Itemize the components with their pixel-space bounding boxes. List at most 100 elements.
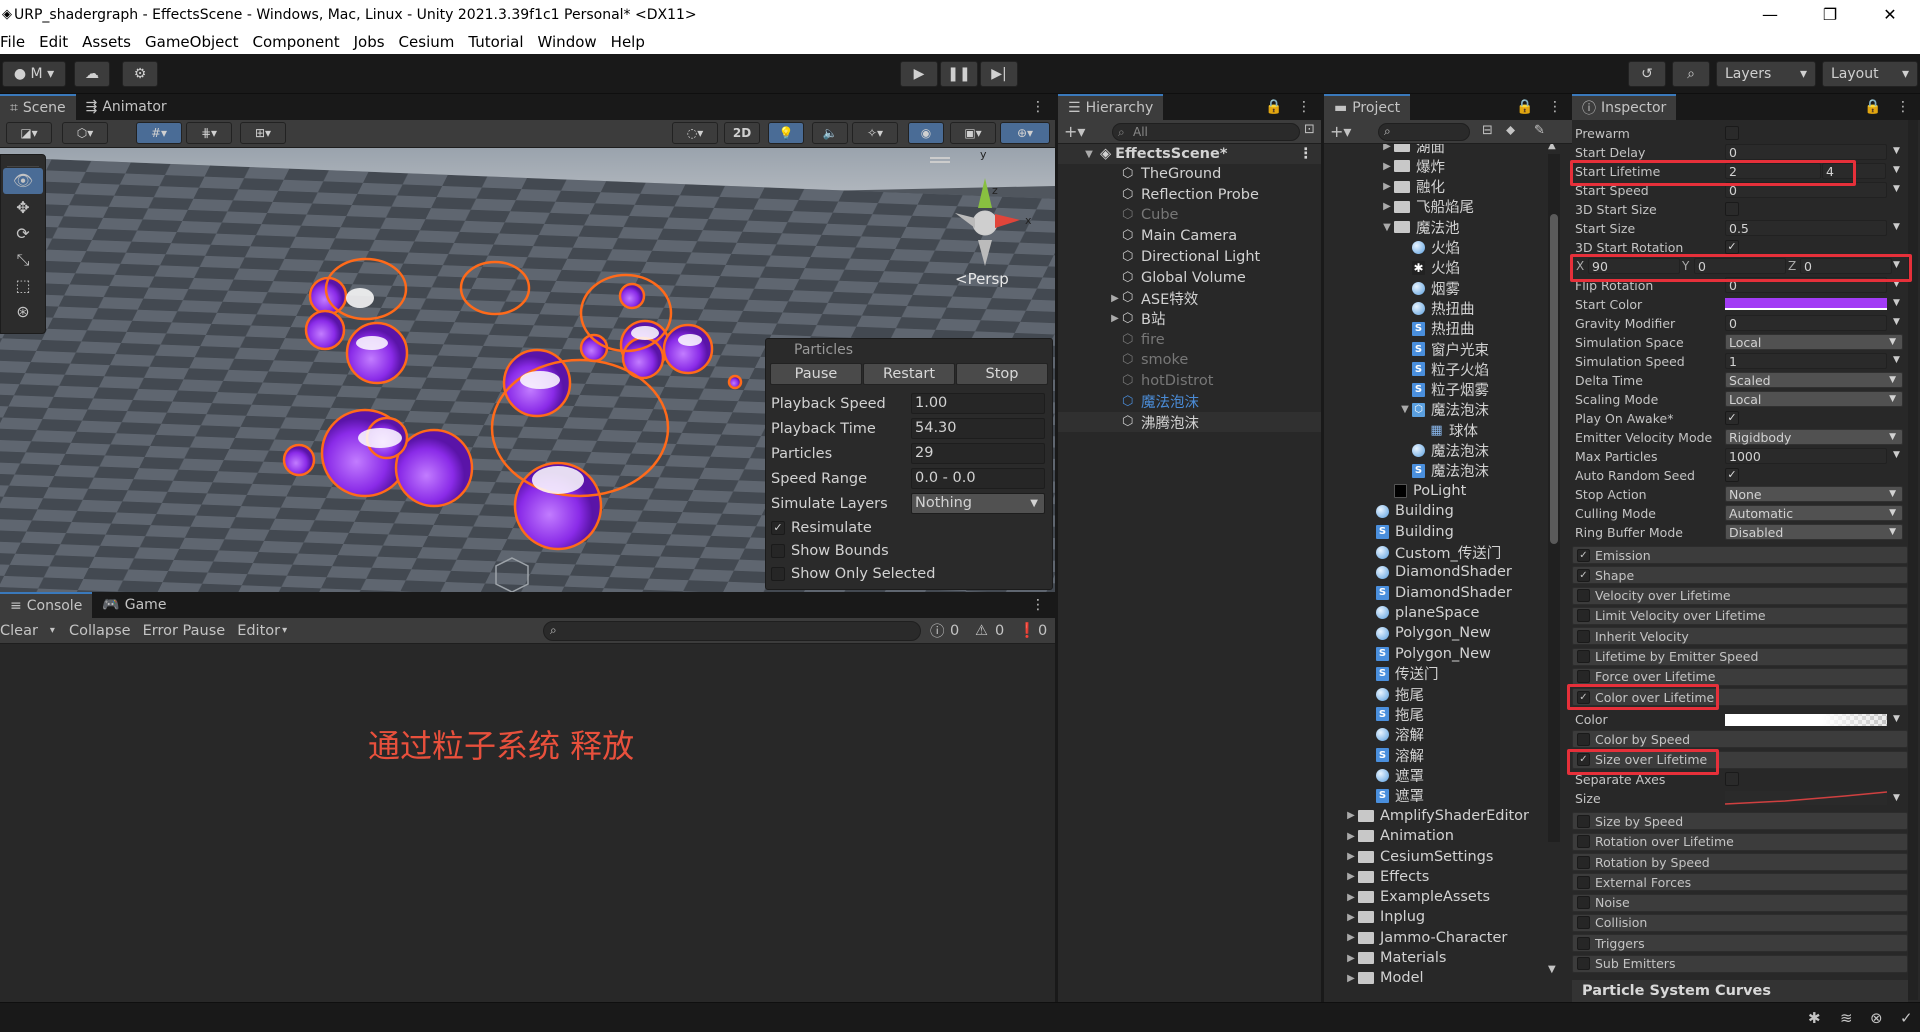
hierarchy-item[interactable]: ⬡ smoke [1058, 350, 1321, 370]
module-checkbox[interactable] [1577, 875, 1590, 889]
scene-viewport[interactable]: y x z <Persp 👁 ✥ ⟳ ⤡ ⬚ ⊛ Particles Pause… [0, 148, 1055, 592]
chevron-right-icon[interactable]: ▶ [1344, 851, 1358, 862]
project-item[interactable]: 烟雾 [1398, 278, 1460, 298]
tab-inspector[interactable]: ⓘ Inspector [1572, 94, 1677, 120]
toggle-2d-button[interactable]: 2D [724, 122, 760, 144]
hierarchy-search-input[interactable]: ⌕ All [1112, 123, 1300, 141]
scroll-down-icon[interactable]: ▼ [1548, 964, 1556, 975]
menu-item-4[interactable]: Component [253, 33, 348, 51]
view-tool-icon[interactable]: 👁 [3, 168, 43, 194]
module-checkbox[interactable]: ✓ [1577, 548, 1590, 562]
project-item[interactable]: S 粒子火焰 [1398, 359, 1489, 379]
console-search-input[interactable]: ⌕ [543, 621, 921, 641]
module-checkbox[interactable] [1577, 916, 1590, 930]
particles-check-row[interactable]: ✓ Resimulate [766, 516, 1052, 539]
network-icon[interactable]: ⊗ [1870, 1009, 1883, 1027]
hierarchy-item[interactable]: ▶ ⬡ B站 [1058, 309, 1321, 329]
project-item[interactable]: S 粒子烟雾 [1398, 380, 1489, 400]
particles-check-row[interactable]: Show Bounds [766, 539, 1052, 562]
project-item[interactable]: planeSpace [1362, 603, 1479, 623]
collab-button[interactable]: ⚙ [122, 61, 158, 87]
curve-mode-icon[interactable]: ▼ [1893, 317, 1900, 327]
project-search-input[interactable]: ⌕ [1378, 123, 1470, 141]
module-header[interactable]: Lifetime by Emitter Speed [1572, 647, 1908, 666]
project-item[interactable]: ▶ Animation [1344, 826, 1454, 846]
transform-tool-icon[interactable]: ⊛ [1, 299, 45, 325]
particles-row-value[interactable]: 29 [911, 443, 1045, 464]
curve-mode-icon[interactable]: ▼ [1893, 222, 1900, 232]
menu-item-6[interactable]: Cesium [399, 33, 463, 51]
search-button[interactable]: ⌕ [1672, 61, 1710, 87]
project-item[interactable]: ▶ CesiumSettings [1344, 847, 1493, 867]
project-item[interactable]: ▼ 魔法池 [1380, 217, 1459, 237]
curve-mode-icon[interactable]: ▼ [1893, 450, 1900, 460]
checkbox[interactable] [771, 566, 785, 581]
hierarchy-item[interactable]: ⬡ TheGround [1058, 164, 1321, 184]
module-checkbox[interactable] [1577, 835, 1590, 849]
module-header[interactable]: Color by Speed [1572, 730, 1908, 749]
tab-scene[interactable]: ⌗ Scene [0, 94, 76, 120]
project-scrollbar[interactable] [1548, 154, 1560, 842]
chevron-right-icon[interactable]: ▶ [1344, 892, 1358, 903]
hierarchy-item[interactable]: ⬡ Global Volume [1058, 268, 1321, 288]
hierarchy-item[interactable]: ⬡ Cube [1058, 205, 1321, 225]
project-item[interactable]: S 魔法泡沫 [1398, 461, 1489, 481]
particles-check-row[interactable]: Show Only Selected [766, 562, 1052, 585]
module-checkbox[interactable] [1577, 650, 1590, 663]
error-pause-button[interactable]: Error Pause [143, 623, 226, 639]
hierarchy-item[interactable]: ⬡ 沸腾泡沫 [1058, 412, 1321, 433]
inspector-checkbox[interactable] [1725, 202, 1739, 216]
menu-item-1[interactable]: Edit [39, 33, 76, 51]
project-item[interactable]: ▶ 飞船焰尾 [1380, 197, 1474, 217]
module-header[interactable]: Noise [1572, 893, 1908, 912]
clear-button[interactable]: Clear [0, 623, 38, 639]
separate-axes-checkbox[interactable] [1725, 772, 1739, 787]
project-item[interactable]: ▶ Effects [1344, 867, 1429, 887]
account-button[interactable]: ● M ▾ [2, 61, 66, 87]
project-item[interactable]: ▶ 爆炸 [1380, 156, 1445, 176]
start-color-swatch[interactable] [1725, 298, 1887, 310]
project-item[interactable]: 魔法泡沫 [1398, 441, 1489, 461]
curve-mode-icon[interactable]: ▼ [1893, 714, 1900, 724]
inspector-scrollbar[interactable] [1908, 120, 1918, 1000]
curve-mode-icon[interactable]: ▼ [1893, 298, 1900, 308]
project-item[interactable]: S 热扭曲 [1398, 319, 1475, 339]
chevron-right-icon[interactable]: ▶ [1344, 932, 1358, 943]
module-checkbox[interactable] [1577, 732, 1590, 746]
project-item[interactable]: ✱ 火焰 [1398, 258, 1460, 278]
module-header[interactable]: Size by Speed [1572, 812, 1908, 831]
chevron-down-icon[interactable]: ▼ [1380, 222, 1394, 233]
hierarchy-item[interactable]: ⬡ hotDistrot [1058, 371, 1321, 391]
project-item[interactable]: DiamondShader [1362, 562, 1512, 582]
project-item[interactable]: S 遮罩 [1362, 786, 1424, 806]
module-header[interactable]: Sub Emitters [1572, 954, 1908, 973]
project-item[interactable]: ▶ 融化 [1380, 177, 1445, 197]
inspector-lock-button[interactable]: 🔒 ⋮ [1854, 94, 1920, 120]
history-button[interactable]: ↺ [1628, 61, 1666, 87]
curve-mode-icon[interactable]: ▼ [1893, 165, 1900, 175]
module-header[interactable]: Velocity over Lifetime [1572, 586, 1908, 605]
particles-row-value[interactable]: 1.00 [911, 393, 1045, 414]
module-header[interactable]: ✓ Emission [1572, 546, 1908, 564]
inspector-dropdown[interactable]: Disabled ▼ [1725, 524, 1903, 540]
module-checkbox[interactable] [1577, 855, 1590, 869]
scroll-up-icon[interactable]: ▲ [1548, 144, 1556, 151]
inspector-dropdown[interactable]: Rigidbody ▼ [1725, 429, 1903, 445]
project-item[interactable]: ▶ AmplifyShaderEditor [1344, 806, 1529, 826]
chevron-right-icon[interactable]: ▶ [1344, 871, 1358, 882]
chevron-right-icon[interactable]: ▶ [1108, 313, 1122, 324]
console-menu-button[interactable]: ⋮ [1021, 592, 1055, 618]
tab-project[interactable]: ▬ Project [1324, 94, 1411, 120]
menu-item-8[interactable]: Window [538, 33, 605, 51]
hierarchy-lock-button[interactable]: 🔒 ⋮ [1255, 94, 1321, 120]
module-header[interactable]: External Forces [1572, 873, 1908, 892]
particles-btn-1[interactable]: Restart [863, 363, 955, 385]
maximize-icon[interactable]: ❐ [1800, 5, 1860, 24]
menu-item-7[interactable]: Tutorial [468, 33, 531, 51]
project-item[interactable]: ▶ Inplug [1344, 907, 1425, 927]
project-item[interactable]: S Polygon_New [1362, 644, 1491, 664]
inspector-dropdown[interactable]: Local ▼ [1725, 334, 1903, 350]
chevron-down-icon[interactable]: ▾ [50, 625, 55, 636]
menu-item-5[interactable]: Jobs [354, 33, 393, 51]
stack-icon[interactable]: ≋ [1840, 1009, 1853, 1027]
